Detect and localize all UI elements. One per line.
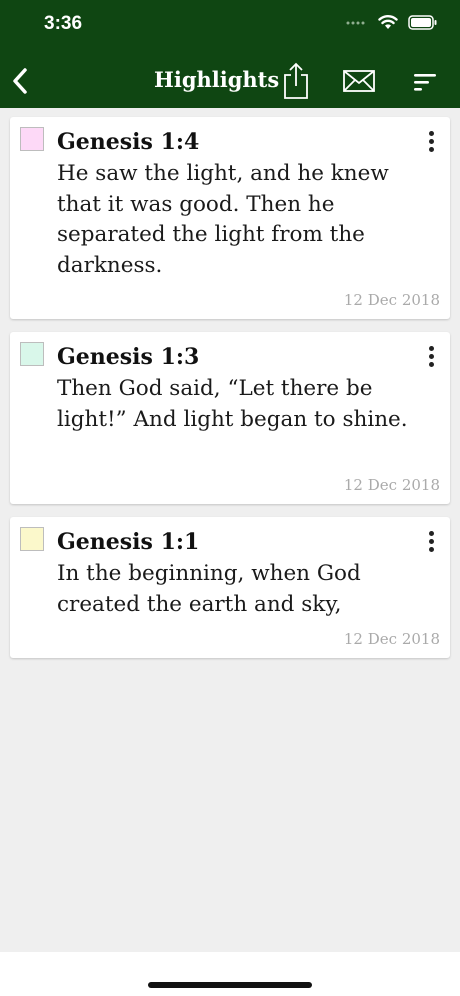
highlight-card[interactable]: Genesis 1:3 Then God said, “Let there be… — [10, 332, 450, 504]
toolbar: Highlights — [0, 56, 460, 108]
highlight-date: 12 Dec 2018 — [343, 630, 440, 648]
verse-reference: Genesis 1:1 — [57, 529, 200, 555]
signal-icon — [346, 21, 365, 25]
verse-reference: Genesis 1:3 — [57, 344, 200, 370]
highlight-card[interactable]: Genesis 1:4 He saw the light, and he kne… — [10, 117, 450, 319]
page-title: Highlights — [154, 67, 280, 92]
more-options-icon[interactable] — [426, 531, 436, 553]
share-icon[interactable] — [282, 62, 310, 100]
highlight-color-swatch[interactable] — [20, 342, 44, 366]
sort-icon[interactable] — [412, 71, 438, 93]
highlight-date: 12 Dec 2018 — [343, 476, 440, 494]
more-options-icon[interactable] — [426, 131, 436, 153]
more-options-icon[interactable] — [426, 346, 436, 368]
status-icons — [346, 14, 438, 30]
highlight-date: 12 Dec 2018 — [343, 291, 440, 309]
status-time: 3:36 — [44, 13, 83, 34]
verse-text: In the beginning, when God created the e… — [57, 561, 361, 617]
highlight-color-swatch[interactable] — [20, 127, 44, 151]
highlight-card[interactable]: Genesis 1:1 In the beginning, when God c… — [10, 517, 450, 658]
bottom-safe-area — [0, 952, 460, 996]
verse-reference: Genesis 1:4 — [57, 129, 200, 155]
home-indicator[interactable] — [148, 982, 312, 988]
mail-icon[interactable] — [342, 68, 376, 94]
verse-text: He saw the light, and he knew that it wa… — [57, 161, 389, 278]
chevron-left-icon[interactable] — [10, 66, 30, 96]
app-header: 3:36 Highlights — [0, 0, 460, 108]
highlight-color-swatch[interactable] — [20, 527, 44, 551]
battery-icon — [408, 14, 437, 30]
verse-text: Then God said, “Let there be light!” And… — [57, 376, 408, 432]
wifi-icon — [378, 15, 398, 29]
